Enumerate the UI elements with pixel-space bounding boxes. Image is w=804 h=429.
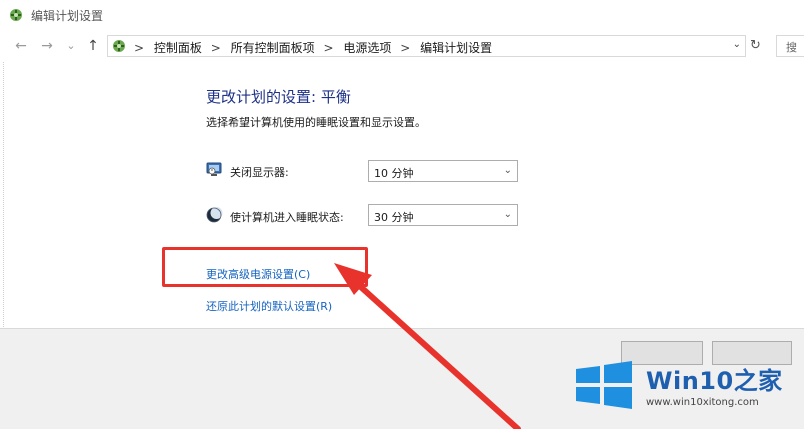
watermark-brand: Win10之家 — [646, 361, 783, 396]
watermark-brand-suffix: 之家 — [733, 367, 783, 395]
watermark-brand-main: Win10 — [646, 367, 734, 395]
windows-logo-icon — [576, 361, 632, 409]
watermark: Win10之家 www.win10xitong.com — [568, 355, 804, 417]
watermark-url: www.win10xitong.com — [646, 397, 759, 408]
